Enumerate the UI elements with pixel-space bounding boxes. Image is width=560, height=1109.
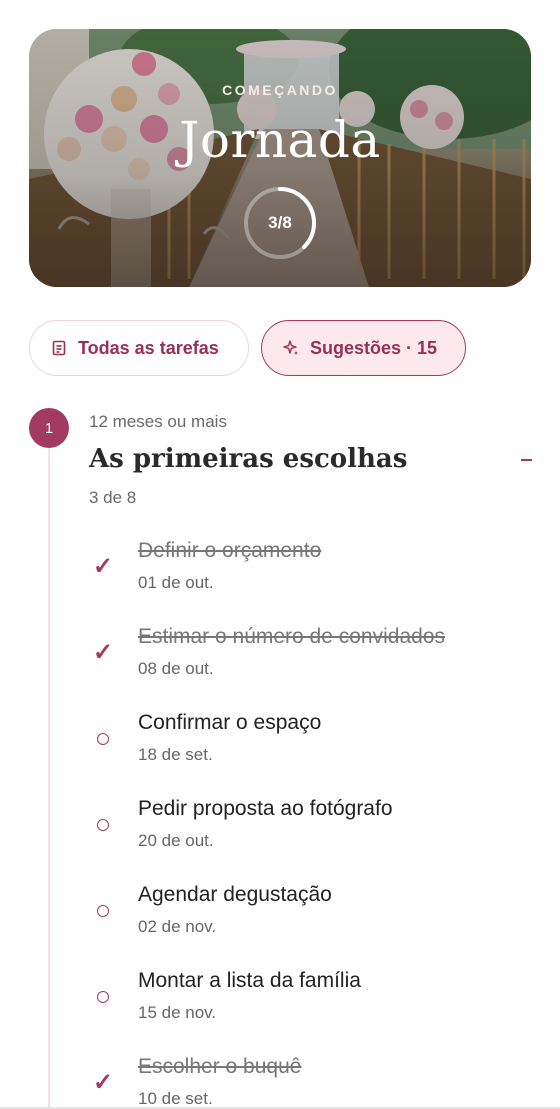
progress-label: 3/8: [268, 213, 292, 232]
circle-glyph: [97, 733, 109, 745]
task-name: Definir o orçamento: [138, 539, 322, 562]
circle-icon[interactable]: [91, 813, 115, 837]
task-item[interactable]: ✓ Estimar o número de convidados 08 de out…: [89, 625, 529, 689]
check-icon[interactable]: ✓: [91, 641, 115, 665]
circle-icon[interactable]: [91, 985, 115, 1009]
section-period: 12 meses ou mais: [89, 412, 227, 431]
hero-banner: COMEÇANDO Jornada 3/8: [29, 29, 531, 287]
check-glyph: ✓: [92, 1069, 114, 1096]
circle-icon[interactable]: [91, 899, 115, 923]
task-date: 18 de set.: [138, 745, 213, 764]
task-item[interactable]: ✓ Escolher o buquê 10 de set.: [89, 1055, 529, 1109]
filter-suggestions-label: Sugestões · 15: [310, 337, 438, 358]
checklist-icon: [50, 339, 68, 357]
circle-icon[interactable]: [91, 727, 115, 751]
check-glyph: ✓: [92, 639, 114, 666]
circle-glyph: [97, 819, 109, 831]
hero-title: Jornada: [179, 111, 381, 169]
check-icon[interactable]: ✓: [91, 555, 115, 579]
task-date: 01 de out.: [138, 573, 214, 592]
circle-glyph: [97, 905, 109, 917]
sparkle-icon: [282, 339, 300, 357]
hero-eyebrow: COMEÇANDO: [222, 82, 338, 98]
minus-icon: [520, 459, 532, 461]
task-name: Pedir proposta ao fotógrafo: [138, 797, 393, 820]
task-date: 20 de out.: [138, 831, 214, 850]
task-date: 15 de nov.: [138, 1003, 217, 1022]
check-icon[interactable]: ✓: [91, 1071, 115, 1095]
task-item[interactable]: Confirmar o espaço 18 de set.: [89, 711, 529, 775]
task-date: 08 de out.: [138, 659, 214, 678]
task-item[interactable]: Montar a lista da família 15 de nov.: [89, 969, 529, 1033]
check-glyph: ✓: [92, 553, 114, 580]
section-title: As primeiras escolhas: [89, 444, 408, 474]
filter-suggestions-chip[interactable]: Sugestões · 15: [261, 320, 466, 376]
task-item[interactable]: ✓ Definir o orçamento 01 de out.: [89, 539, 529, 603]
task-name: Agendar degustação: [138, 883, 332, 906]
filter-all-tasks-chip[interactable]: Todas as tarefas: [29, 320, 249, 376]
collapse-section-button[interactable]: [512, 446, 540, 474]
timeline-rail: [48, 448, 50, 1109]
filter-all-tasks-label: Todas as tarefas: [78, 337, 219, 358]
section-progress-count: 3 de 8: [89, 488, 137, 507]
task-name: Estimar o número de convidados: [138, 625, 445, 648]
task-date: 02 de nov.: [138, 917, 217, 936]
task-item[interactable]: Agendar degustação 02 de nov.: [89, 883, 529, 947]
task-item[interactable]: Pedir proposta ao fotógrafo 20 de out.: [89, 797, 529, 861]
task-name: Escolher o buquê: [138, 1055, 302, 1078]
task-name: Confirmar o espaço: [138, 711, 322, 734]
task-name: Montar a lista da família: [138, 969, 361, 992]
step-number-badge: 1: [29, 408, 69, 448]
task-date: 10 de set.: [138, 1089, 213, 1108]
circle-glyph: [97, 991, 109, 1003]
